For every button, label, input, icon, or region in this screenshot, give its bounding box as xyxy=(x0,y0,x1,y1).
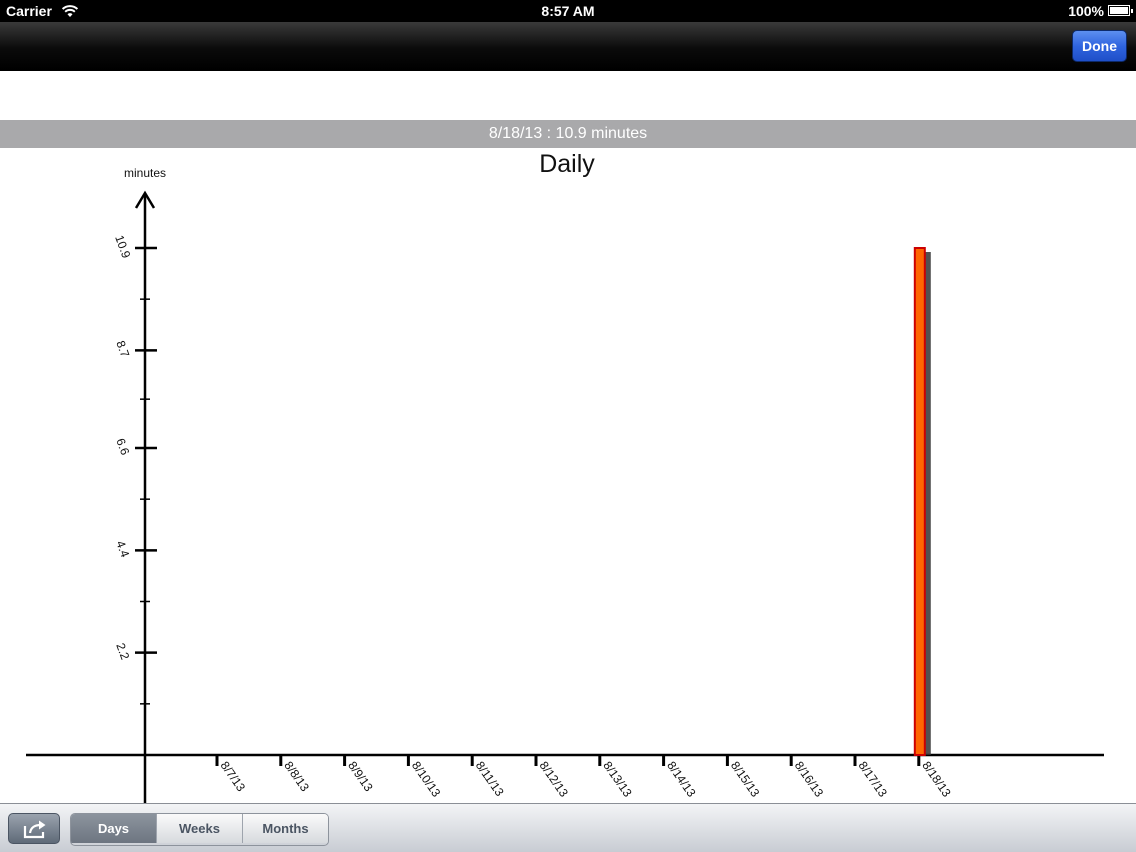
y-tick-label: 6.6 xyxy=(113,436,132,457)
segment-weeks[interactable]: Weeks xyxy=(156,814,242,843)
y-axis-ticks: 2.2 4.4 6.6 8.7 10.9 xyxy=(112,233,157,705)
x-tick-label: 8/9/13 xyxy=(345,759,376,795)
done-button[interactable]: Done xyxy=(1072,30,1127,62)
x-tick-label: 8/14/13 xyxy=(664,759,699,800)
x-tick-label: 8/10/13 xyxy=(409,759,444,800)
share-button[interactable] xyxy=(8,813,60,844)
y-tick-label: 2.2 xyxy=(113,641,132,662)
chart-title: Daily xyxy=(539,150,595,178)
period-segmented-control: Days Weeks Months xyxy=(70,813,329,846)
y-tick-label: 4.4 xyxy=(113,539,132,560)
x-tick-label: 8/12/13 xyxy=(537,759,572,800)
bottom-toolbar: Days Weeks Months xyxy=(0,803,1136,852)
x-tick-label: 8/13/13 xyxy=(600,759,635,800)
daily-chart[interactable]: Daily minutes 2.2 4.4 6.6 8.7 10.9 8/7/13 8/8… xyxy=(0,148,1136,803)
y-axis-label: minutes xyxy=(124,166,166,180)
chart-bars xyxy=(913,247,931,756)
segment-days[interactable]: Days xyxy=(71,814,156,843)
x-tick-label: 8/17/13 xyxy=(856,759,891,800)
selected-value-banner: 8/18/13 : 10.9 minutes xyxy=(0,120,1136,148)
navigation-bar: Done xyxy=(0,22,1136,71)
y-tick-label: 10.9 xyxy=(112,233,133,260)
share-icon xyxy=(23,820,46,839)
x-tick-label: 8/11/13 xyxy=(473,759,507,799)
battery-icon xyxy=(1108,5,1133,16)
x-axis-ticks: 8/7/13 8/8/13 8/9/13 8/10/13 8/11/13 8/12/13 8… xyxy=(215,755,954,800)
clock-label: 8:57 AM xyxy=(541,3,595,19)
y-tick-label: 8.7 xyxy=(113,339,132,360)
x-tick-label: 8/7/13 xyxy=(218,759,249,795)
x-tick-label: 8/8/13 xyxy=(281,759,312,795)
x-tick-label: 8/18/13 xyxy=(919,759,954,800)
status-bar: Carrier 8:57 AM 100% xyxy=(0,0,1136,22)
x-tick-label: 8/16/13 xyxy=(792,759,827,800)
x-tick-label: 8/15/13 xyxy=(728,759,763,800)
battery-percent: 100% xyxy=(1068,3,1104,19)
bar-8/18/13 xyxy=(913,247,926,756)
chart-axes xyxy=(26,190,1104,803)
segment-months[interactable]: Months xyxy=(242,814,328,843)
